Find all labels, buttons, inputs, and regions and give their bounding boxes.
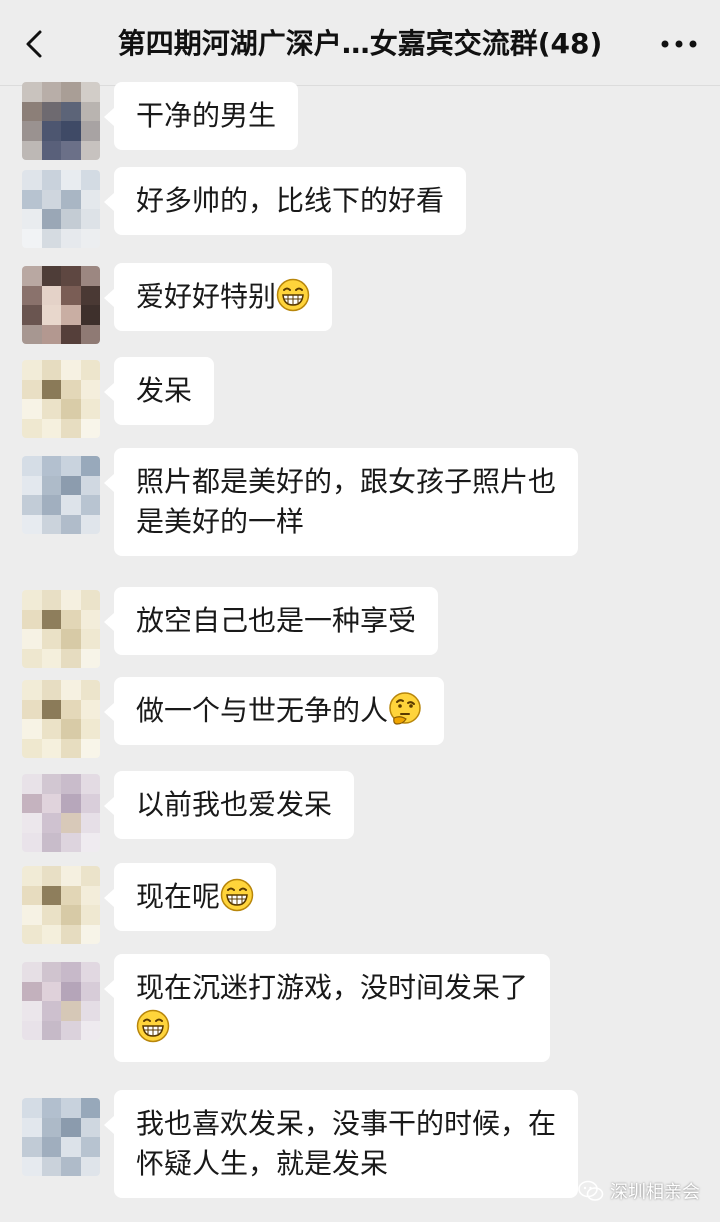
message-bubble[interactable]: 发呆 xyxy=(103,357,215,425)
thinking-emoji-icon xyxy=(389,692,421,725)
wechat-logo-icon xyxy=(578,1180,604,1201)
message-bubble[interactable]: 好多帅的，比线下的好看 xyxy=(103,167,467,235)
avatar[interactable] xyxy=(22,866,100,944)
avatar[interactable] xyxy=(22,1098,100,1176)
message-bubble[interactable]: 放空自己也是一种享受 xyxy=(103,587,439,655)
avatar[interactable] xyxy=(22,170,100,248)
message-text-line: 是美好的一样 xyxy=(136,505,305,538)
avatar[interactable] xyxy=(22,590,100,668)
more-dots-icon xyxy=(661,40,697,48)
more-button[interactable] xyxy=(654,26,704,62)
message-bubble[interactable]: 照片都是美好的，跟女孩子照片也 是美好的一样 xyxy=(103,448,579,556)
message-text: 爱好好特别 xyxy=(136,280,277,313)
message-bubble[interactable]: 我也喜欢发呆，没事干的时候，在 怀疑人生，就是发呆 xyxy=(103,1090,579,1198)
message-text-line: 怀疑人生，就是发呆 xyxy=(136,1147,389,1180)
message-text: 放空自己也是一种享受 xyxy=(136,604,417,637)
chat-header: 第四期河湖广深户…女嘉宾交流群(48) xyxy=(0,0,720,86)
message-bubble[interactable]: 以前我也爱发呆 xyxy=(103,771,355,839)
message-bubble[interactable]: 爱好好特别 xyxy=(103,263,333,331)
grin-emoji-icon xyxy=(136,1009,170,1043)
avatar[interactable] xyxy=(22,266,100,344)
message-emoji-line xyxy=(136,1008,528,1048)
message-text-line: 现在沉迷打游戏，没时间发呆了 xyxy=(136,971,529,1004)
message-text: 发呆 xyxy=(136,374,193,407)
avatar[interactable] xyxy=(22,456,100,534)
message-text: 干净的男生 xyxy=(136,99,277,132)
watermark: 深圳相亲会 xyxy=(578,1178,700,1204)
avatar[interactable] xyxy=(22,680,100,758)
avatar[interactable] xyxy=(22,774,100,852)
message-text: 做一个与世无争的人 xyxy=(136,694,389,727)
grin-emoji-icon xyxy=(220,878,254,912)
chat-title: 第四期河湖广深户…女嘉宾交流群(48) xyxy=(117,27,603,60)
grin-emoji-icon xyxy=(276,278,310,312)
message-bubble[interactable]: 干净的男生 xyxy=(103,82,299,150)
avatar[interactable] xyxy=(22,962,100,1040)
chat-screen: 第四期河湖广深户…女嘉宾交流群(48) 干净的男生 好多帅的，比线下的好看 爱好… xyxy=(0,0,720,1222)
watermark-text: 深圳相亲会 xyxy=(610,1182,700,1203)
avatar[interactable] xyxy=(22,82,100,160)
message-text: 现在呢 xyxy=(136,880,221,913)
message-text: 以前我也爱发呆 xyxy=(136,788,333,821)
message-text-line: 我也喜欢发呆，没事干的时候，在 xyxy=(136,1107,557,1140)
message-bubble[interactable]: 现在呢 xyxy=(103,863,277,931)
avatar[interactable] xyxy=(22,360,100,438)
message-text-line: 照片都是美好的，跟女孩子照片也 xyxy=(136,465,557,498)
message-bubble[interactable]: 现在沉迷打游戏，没时间发呆了 xyxy=(103,954,551,1062)
message-bubble[interactable]: 做一个与世无争的人 xyxy=(103,677,445,745)
message-text: 好多帅的，比线下的好看 xyxy=(136,184,445,217)
